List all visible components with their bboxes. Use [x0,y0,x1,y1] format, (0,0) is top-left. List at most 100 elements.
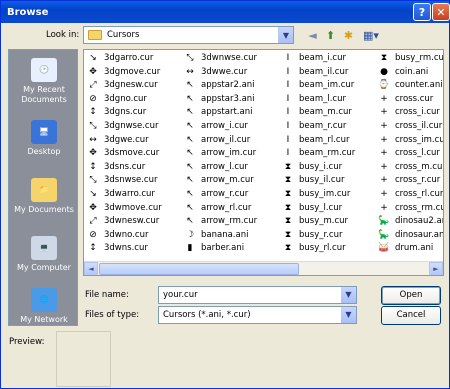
file-item[interactable]: ✥ 3dsmove.cur [86,147,162,161]
close-button[interactable]: ✕ [432,3,450,21]
file-item[interactable]: ↕ 3dsns.cur [86,161,162,175]
up-folder-button[interactable]: ⬆ [322,27,339,44]
file-item[interactable]: + cross.cur [377,93,443,107]
file-item[interactable]: ⧗ busy_i.cur [281,161,355,175]
file-item[interactable]: Ibeam_rm.cur [281,147,356,161]
place-label: My Computer [17,263,71,272]
file-item[interactable]: Ibeam_rl.cur [281,134,355,148]
file-item[interactable]: ↖ appstart.ani [183,106,257,120]
new-folder-button[interactable]: ✱ [340,27,357,44]
scroll-thumb[interactable] [99,263,299,275]
file-name: busy_r.cur [299,229,343,240]
file-item[interactable]: ↖ arrow_im.cur [183,147,257,161]
file-item[interactable]: ⤡ 3dwnwse.cur [183,52,257,66]
file-item[interactable]: Ibeam_r.cur [281,120,355,134]
file-item[interactable]: 🦕 dinosau2.ani [377,215,443,229]
file-item[interactable]: ↖ arrow_l.cur [183,161,257,175]
file-item[interactable]: Ibeam_im.cur [281,79,355,93]
file-item[interactable]: ⧗ busy_il.cur [281,174,355,188]
place-item[interactable]: 📁 My Documents [9,178,79,215]
file-item[interactable]: ⤡ 3dsnwse.cur [86,174,162,188]
file-item[interactable]: ⧗ busy_rl.cur [281,242,355,256]
file-item[interactable]: + cross_i.cur [377,106,443,120]
chevron-down-icon[interactable]: ▼ [278,27,293,43]
file-type-select[interactable]: Cursors (*.ani, *.cur) ▼ [158,306,357,324]
file-item[interactable]: ● coin.ani [377,66,443,80]
cursor-file-icon: 🦕 [378,229,390,240]
cursor-file-icon: I [286,93,290,104]
file-item[interactable]: ⧗ busy_l.cur [281,202,355,216]
file-item[interactable]: ↘ 3dgarro.cur [86,52,162,66]
dialog-title: Browse [7,6,49,18]
file-item[interactable]: ⌚ counter.ani [377,79,443,93]
horizontal-scrollbar[interactable]: ◄ ► [84,261,443,275]
file-item[interactable]: ↖ arrow_il.cur [183,134,257,148]
file-item[interactable]: ↕ 3dwns.cur [86,242,162,256]
chevron-down-icon[interactable]: ▼ [341,287,356,303]
file-item[interactable]: Ibeam_m.cur [281,106,355,120]
file-item[interactable]: ⤢ 3dwnesw.cur [86,215,162,229]
file-name: 3dwarro.cur [104,188,155,199]
file-item[interactable]: 🥁 drum.ani [377,242,443,256]
file-item[interactable]: ↖ arrow_m.cur [183,174,257,188]
file-name: 3dwnesw.cur [104,216,160,227]
file-item[interactable]: ⊘ 3dwno.cur [86,229,162,243]
open-button[interactable]: Open [381,286,441,305]
file-item[interactable]: ✥ 3dwmove.cur [86,202,162,216]
file-item[interactable]: + cross_il.cur [377,120,443,134]
file-item[interactable]: + cross_im.cur [377,134,443,148]
file-name: busy_m.cur [299,216,349,227]
file-item[interactable]: 🦕 dinosaur.ani [377,229,443,243]
file-item[interactable]: Ibeam_l.cur [281,93,355,107]
file-item[interactable]: ✥ 3dgmove.cur [86,66,162,80]
file-item[interactable]: ↔ 3dgwe.cur [86,134,162,148]
file-item[interactable]: Ibeam_i.cur [281,52,355,66]
chevron-down-icon[interactable]: ▼ [341,307,356,323]
file-item[interactable]: Ibeam_il.cur [281,66,355,80]
file-item[interactable]: ⧗ busy_m.cur [281,215,355,229]
file-item[interactable]: ▮ barber.ani [183,242,257,256]
file-item[interactable]: ↖ arrow_r.cur [183,188,257,202]
file-item[interactable]: + cross_m.cur [377,161,443,175]
scroll-right-button[interactable]: ► [429,262,443,275]
file-item[interactable]: ↖ arrow_i.cur [183,120,257,134]
file-list[interactable]: ↘ 3dgarro.cur ✥ 3dgmove.cur ⤢ 3dgnesw.cur ⊘ 3dg… [83,49,444,276]
file-item[interactable]: + cross_rm.cur [377,202,443,216]
views-menu-button[interactable]: ▦▾ [360,27,382,44]
file-item[interactable]: ⊘ 3dgno.cur [86,93,162,107]
file-item[interactable]: ↖ appstar3.ani [183,93,257,107]
file-item[interactable]: ↖ appstar2.ani [183,79,257,93]
file-item[interactable]: ↔ 3dwwe.cur [183,66,257,80]
help-button[interactable]: ? [413,3,431,21]
cursor-file-icon: ● [380,66,388,77]
file-item[interactable]: ☽ banana.ani [183,229,257,243]
file-name: beam_m.cur [299,107,352,118]
place-item[interactable]: 💻 My Computer [9,236,79,273]
cursor-file-icon: ⤡ [89,120,97,131]
preview-label: Preview: [9,337,45,347]
place-item[interactable]: 🕑 My Recent Documents [9,58,79,105]
scroll-left-button[interactable]: ◄ [84,262,98,275]
file-name: busy_rm.cur [395,53,444,63]
file-item[interactable]: + cross_rl.cur [377,188,443,202]
file-item[interactable]: + cross_l.cur [377,147,443,161]
place-item[interactable]: 🌐 My Network [9,288,79,325]
file-name: appstart.ani [201,107,253,118]
look-in-dropdown[interactable]: Cursors ▼ [83,26,294,44]
file-item[interactable]: ↖ arrow_rm.cur [183,215,257,229]
back-button[interactable]: ◄ [304,27,321,44]
file-item[interactable]: ⤢ 3dgnesw.cur [86,79,162,93]
file-item[interactable]: ↖ arrow_rl.cur [183,202,257,216]
cursor-file-icon: ⧗ [284,229,292,240]
file-name-input[interactable]: your.cur ▼ [158,286,357,304]
file-item[interactable]: + cross_r.cur [377,174,443,188]
place-item[interactable]: 🖥 Desktop [9,120,79,157]
file-item[interactable]: ⧗ busy_r.cur [281,229,355,243]
file-item[interactable]: ⧗ busy_rm.cur [377,52,444,66]
file-item[interactable]: ⤡ 3dgnwse.cur [86,120,162,134]
file-item[interactable]: ↘ 3dwarro.cur [86,188,162,202]
file-item[interactable]: ⧗ busy_im.cur [281,188,355,202]
cancel-button[interactable]: Cancel [381,306,441,325]
file-item[interactable]: ↕ 3dgns.cur [86,106,162,120]
my-network-icon: 🌐 [31,288,57,312]
